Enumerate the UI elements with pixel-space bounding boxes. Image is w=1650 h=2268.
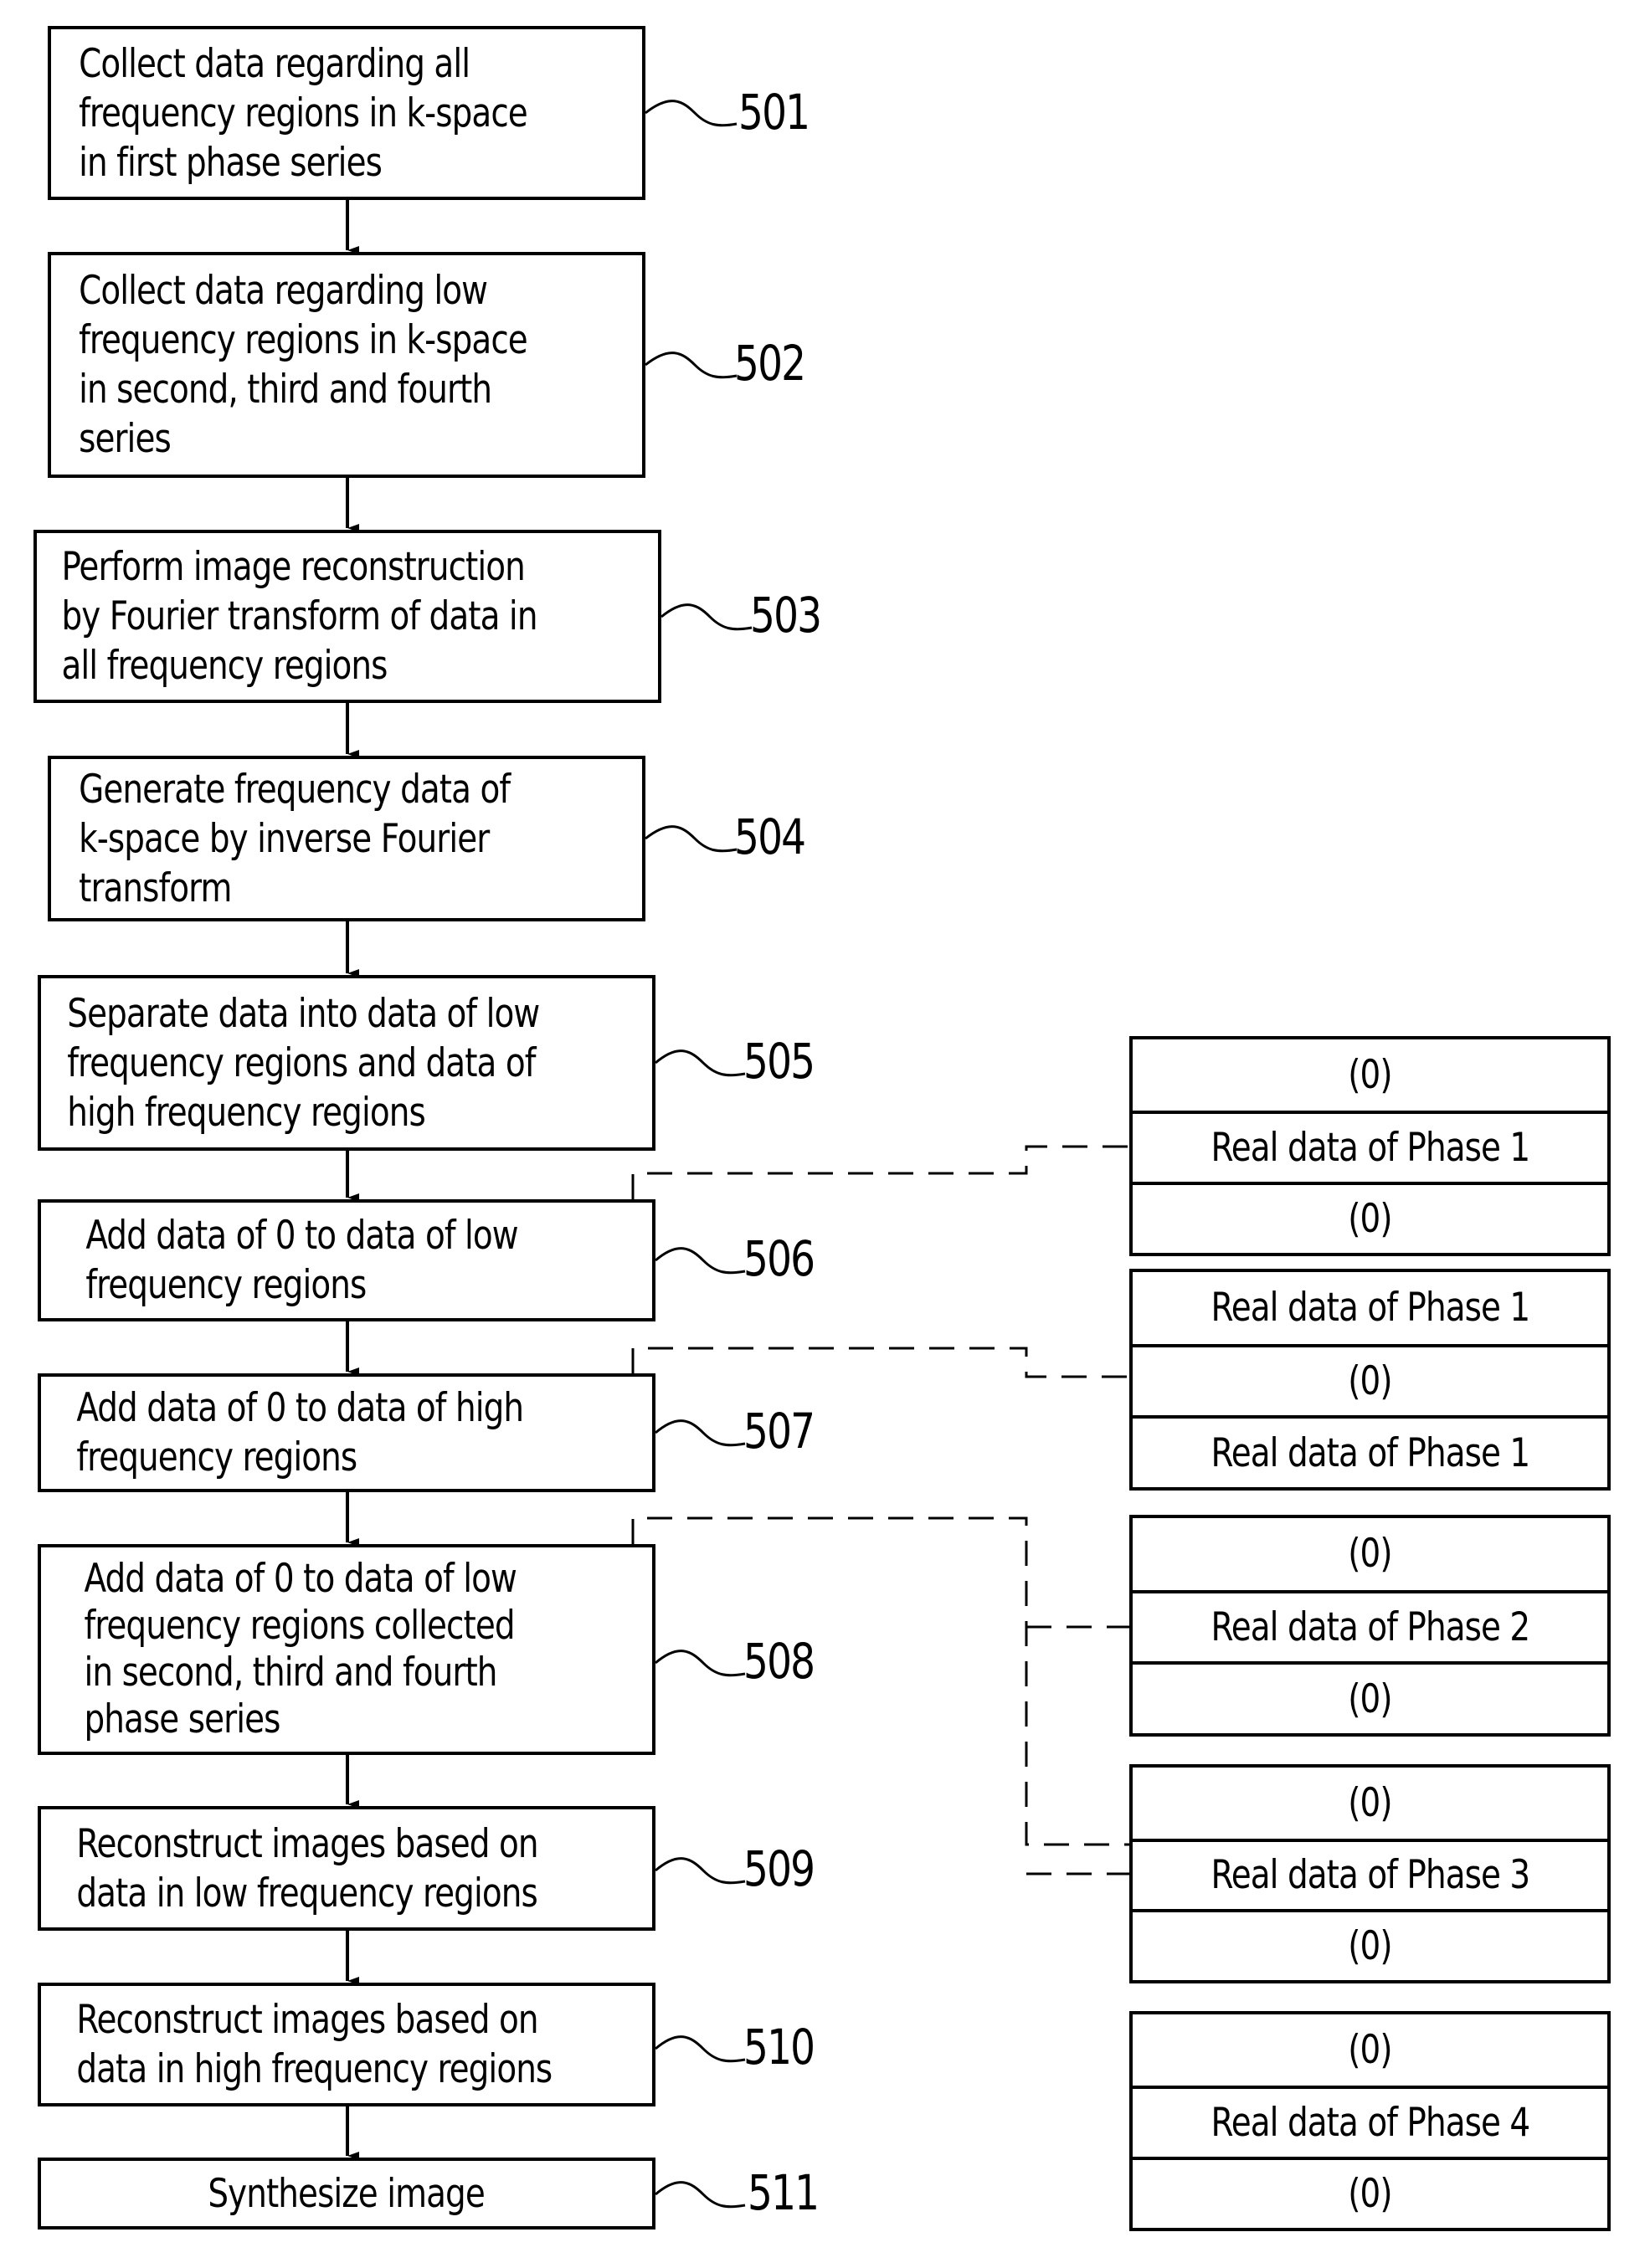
leader-510 [655, 2035, 746, 2063]
data-cell: Real data of Phase 4 [1133, 2085, 1607, 2157]
step-505-box: Separate data into data of low frequency… [38, 975, 655, 1151]
step-510-text: Reconstruct images based on data in high… [76, 1997, 553, 2092]
ref-505: 505 [743, 1033, 815, 1090]
leader-501 [645, 100, 738, 127]
ref-511: 511 [748, 2164, 820, 2221]
ref-507: 507 [743, 1403, 815, 1460]
step-511-text: Synthesize image [208, 2170, 486, 2217]
step-503-text: Perform image reconstruction by Fourier … [61, 544, 537, 689]
leader-506 [655, 1247, 746, 1275]
data-stack-3: (0) Real data of Phase 2 (0) [1129, 1515, 1611, 1737]
ref-502: 502 [734, 335, 806, 392]
step-507-text: Add data of 0 to data of high frequency … [76, 1385, 524, 1480]
data-cell: (0) [1133, 1661, 1607, 1733]
data-cell-label: (0) [1348, 2026, 1392, 2073]
data-cell-label: (0) [1348, 1779, 1392, 1826]
data-cell: (0) [1133, 1909, 1607, 1980]
dashed-connectors [631, 1145, 1129, 1875]
data-cell-label: Real data of Phase 1 [1211, 1124, 1530, 1171]
leader-504 [645, 825, 738, 853]
data-cell-label: (0) [1348, 1357, 1392, 1404]
leader-509 [655, 1857, 746, 1885]
dashed-link-507 [631, 1347, 1129, 1378]
data-stack-5: (0) Real data of Phase 4 (0) [1129, 2011, 1611, 2231]
step-506-text: Add data of 0 to data of low frequency r… [85, 1213, 518, 1308]
data-cell: (0) [1133, 1039, 1607, 1111]
ref-504: 504 [734, 808, 806, 865]
data-cell-label: (0) [1348, 2170, 1392, 2217]
data-cell-label: (0) [1348, 1675, 1392, 1722]
ref-503: 503 [750, 587, 822, 644]
leader-508 [655, 1650, 746, 1677]
data-cell: Real data of Phase 3 [1133, 1838, 1607, 1910]
data-cell-label: (0) [1348, 1923, 1392, 1970]
step-502-box: Collect data regarding low frequency reg… [48, 252, 645, 478]
data-cell: Real data of Phase 1 [1133, 1415, 1607, 1487]
leader-502 [645, 351, 738, 379]
data-stack-4: (0) Real data of Phase 3 (0) [1129, 1764, 1611, 1983]
data-cell-label: Real data of Phase 3 [1211, 1852, 1530, 1899]
step-502-text: Collect data regarding low frequency reg… [79, 268, 528, 462]
step-503-box: Perform image reconstruction by Fourier … [33, 530, 661, 703]
step-508-box: Add data of 0 to data of low frequency r… [38, 1544, 655, 1755]
ref-506: 506 [743, 1230, 815, 1287]
ref-510: 510 [743, 2019, 815, 2076]
data-cell-label: Real data of Phase 1 [1211, 1285, 1530, 1332]
step-501-text: Collect data regarding all frequency reg… [79, 40, 528, 186]
leader-511 [655, 2181, 746, 2209]
data-stack-2: Real data of Phase 1 (0) Real data of Ph… [1129, 1269, 1611, 1491]
data-cell-label: (0) [1348, 1195, 1392, 1242]
data-cell-label: Real data of Phase 4 [1211, 2099, 1530, 2146]
step-506-box: Add data of 0 to data of low frequency r… [38, 1199, 655, 1321]
dashed-link-508 [631, 1516, 1129, 1846]
step-511-box: Synthesize image [38, 2158, 655, 2230]
step-505-text: Separate data into data of low frequency… [67, 990, 540, 1136]
leader-503 [661, 603, 753, 631]
data-cell: (0) [1133, 1518, 1607, 1590]
data-cell-label: (0) [1348, 1051, 1392, 1098]
step-501-box: Collect data regarding all frequency reg… [48, 26, 645, 200]
data-cell-label: Real data of Phase 1 [1211, 1429, 1530, 1476]
step-508-text: Add data of 0 to data of low frequency r… [84, 1556, 517, 1742]
dashed-link-506 [631, 1145, 1129, 1199]
data-cell: Real data of Phase 1 [1133, 1110, 1607, 1182]
data-cell: (0) [1133, 1181, 1607, 1253]
data-cell: Real data of Phase 2 [1133, 1589, 1607, 1662]
reference-leaders [645, 100, 753, 2209]
step-510-box: Reconstruct images based on data in high… [38, 1983, 655, 2106]
data-stack-1: (0) Real data of Phase 1 (0) [1129, 1036, 1611, 1256]
data-cell: (0) [1133, 1343, 1607, 1416]
ref-509: 509 [743, 1840, 815, 1897]
step-504-box: Generate frequency data of k-space by in… [48, 756, 645, 921]
ref-501: 501 [738, 84, 810, 141]
data-cell-label: (0) [1348, 1531, 1392, 1578]
leader-505 [655, 1049, 746, 1077]
step-507-box: Add data of 0 to data of high frequency … [38, 1373, 655, 1492]
ref-508: 508 [743, 1633, 815, 1690]
data-cell: (0) [1133, 1768, 1607, 1839]
step-504-text: Generate frequency data of k-space by in… [79, 766, 511, 911]
step-509-box: Reconstruct images based on data in low … [38, 1806, 655, 1931]
leader-507 [655, 1419, 746, 1447]
data-cell: (0) [1133, 2156, 1607, 2228]
data-cell: (0) [1133, 2014, 1607, 2086]
step-509-text: Reconstruct images based on data in low … [76, 1820, 538, 1917]
data-cell-label: Real data of Phase 2 [1211, 1604, 1530, 1650]
data-cell: Real data of Phase 1 [1133, 1272, 1607, 1344]
